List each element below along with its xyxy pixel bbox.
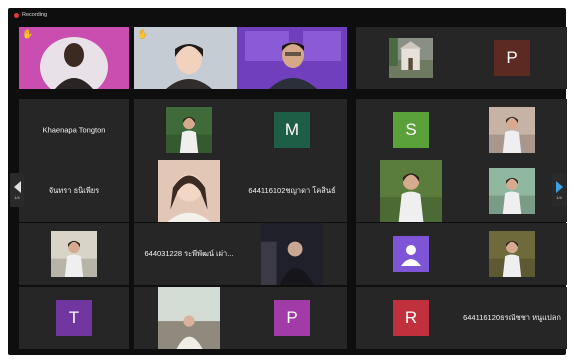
next-page-button[interactable]: 1/4 <box>552 173 566 207</box>
participant-initial-avatar: S <box>393 112 429 148</box>
participant-tile[interactable]: 644031228 ระพีพัฒน์ เผ่า... <box>134 223 244 285</box>
participant-initial-avatar: P <box>494 40 530 76</box>
participant-tile[interactable]: 644116102ชญาดา โคสินธ์ <box>237 160 347 222</box>
participant-tile[interactable] <box>457 99 567 161</box>
raised-hand-icon: ✋ <box>137 29 149 39</box>
participant-video <box>51 231 97 277</box>
participant-tile[interactable]: จันทรา ธนิเพียร <box>19 160 129 222</box>
participant-tile[interactable] <box>457 223 567 285</box>
chevron-right-icon <box>555 180 563 193</box>
participant-video <box>489 168 535 214</box>
participant-initial-avatar: P <box>274 300 310 336</box>
participant-name: 644031228 ระพีพัฒน์ เผ่า... <box>144 249 234 258</box>
participant-video <box>134 27 244 89</box>
participant-image <box>51 231 97 277</box>
participant-tile[interactable]: ✋ <box>19 27 129 89</box>
participant-image <box>158 160 220 222</box>
participant-image <box>489 107 535 153</box>
participant-tile[interactable]: P <box>237 287 347 349</box>
participant-video <box>261 223 323 285</box>
participant-tile[interactable] <box>356 27 466 89</box>
participant-image <box>389 38 433 78</box>
previous-page-button[interactable]: 1/4 <box>10 173 24 207</box>
recording-indicator: Recording <box>8 8 566 22</box>
participant-video <box>158 160 220 222</box>
participant-name: 644116120ธรณัชชา หนูแปลก <box>463 313 561 322</box>
participant-video <box>166 107 212 153</box>
participant-tile[interactable] <box>134 287 244 349</box>
participant-image <box>261 223 323 285</box>
participant-tile[interactable] <box>356 223 466 285</box>
participant-image <box>158 287 220 349</box>
participant-video <box>158 287 220 349</box>
participant-tile[interactable]: S <box>356 99 466 161</box>
participant-tile[interactable] <box>134 160 244 222</box>
participant-tile[interactable] <box>19 223 129 285</box>
participant-image <box>166 107 212 153</box>
participant-initial-avatar: R <box>393 300 429 336</box>
participant-image <box>134 27 244 89</box>
default-user-avatar-icon <box>393 236 429 272</box>
participant-image <box>489 168 535 214</box>
participant-tile[interactable]: P <box>457 27 567 89</box>
participant-image <box>489 231 535 277</box>
participant-name: จันทรา ธนิเพียร <box>48 186 100 195</box>
participant-image <box>380 160 442 222</box>
recording-label: Recording <box>22 12 48 18</box>
participant-tile[interactable] <box>237 27 347 89</box>
participant-name: 644116102ชญาดา โคสินธ์ <box>248 186 336 195</box>
participant-tile[interactable]: R <box>356 287 466 349</box>
participant-tile[interactable] <box>356 160 466 222</box>
participant-image <box>237 27 347 89</box>
participant-video <box>389 38 433 78</box>
participant-video <box>19 27 129 89</box>
participant-tile[interactable]: T <box>19 287 129 349</box>
participant-name: Khaenapa Tongton <box>42 125 106 135</box>
participant-tile[interactable]: Khaenapa Tongton <box>19 99 129 161</box>
participant-video <box>380 160 442 222</box>
next-page-indicator: 1/4 <box>556 194 562 200</box>
participant-tile[interactable]: ✋ <box>134 27 244 89</box>
participant-tile[interactable] <box>237 223 347 285</box>
prev-page-indicator: 1/4 <box>14 194 20 200</box>
chevron-left-icon <box>13 180 21 193</box>
raised-hand-icon: ✋ <box>22 29 34 39</box>
participant-video <box>237 27 347 89</box>
participant-video <box>489 231 535 277</box>
participant-tile[interactable]: 644116120ธรณัชชา หนูแปลก <box>457 287 567 349</box>
participant-tile[interactable] <box>134 99 244 161</box>
participant-image <box>19 27 129 89</box>
participant-tile[interactable]: M <box>237 99 347 161</box>
meeting-window: Recording ✋ ✋ P Khaenapa Tongton M S จันทรา ธน… <box>8 8 567 355</box>
participant-tile[interactable] <box>457 160 567 222</box>
recording-dot-icon <box>14 12 19 18</box>
participant-video <box>489 107 535 153</box>
participant-initial-avatar: T <box>56 300 92 336</box>
participant-initial-avatar: M <box>274 112 310 148</box>
